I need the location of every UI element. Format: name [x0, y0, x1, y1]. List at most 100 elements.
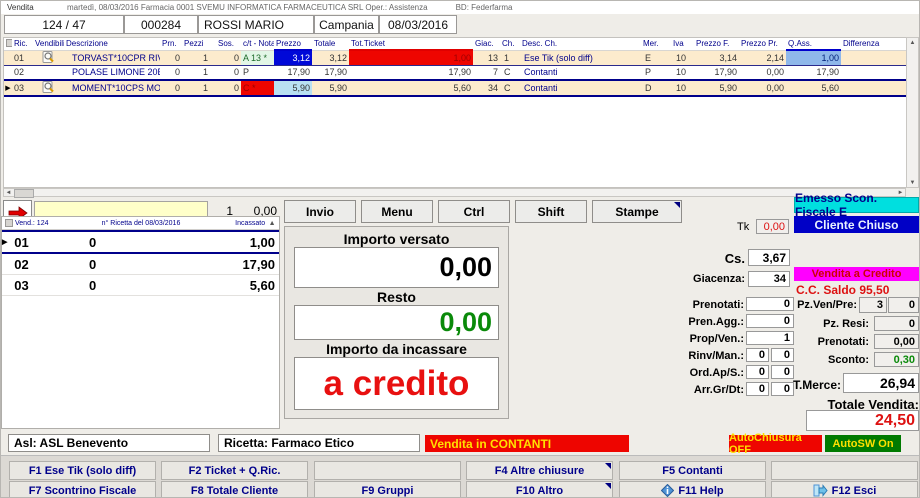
- col-prn[interactable]: Prn.: [160, 38, 182, 50]
- f4-button[interactable]: F4 Altre chiusure: [466, 461, 613, 480]
- cc-saldo-label: C.C. Saldo 95,50: [796, 283, 889, 297]
- list-scroll-up-icon[interactable]: ▲: [265, 220, 279, 227]
- table-row[interactable]: 02 POLASE LIMONE 20BUST 0 1 0 P 17,90 17…: [4, 65, 907, 80]
- ctrl-button[interactable]: Ctrl: [438, 200, 510, 223]
- cell-prezzo: 17,90: [274, 65, 312, 80]
- cliente-chiuso-banner: Cliente Chiuso: [794, 216, 919, 233]
- asl-field[interactable]: Asl: ASL Benevento: [8, 434, 210, 452]
- col-differenza[interactable]: Differenza: [841, 38, 907, 50]
- date-field[interactable]: 08/03/2016: [379, 15, 457, 34]
- cell-ric: 02: [12, 65, 33, 80]
- col-descrizione[interactable]: Descrizione: [64, 38, 160, 50]
- col-pezzi[interactable]: Pezzi: [182, 38, 216, 50]
- col-mer[interactable]: Mer.: [641, 38, 671, 50]
- arr-gr-label: Arr.Gr/Dt:: [686, 384, 744, 396]
- f7-button[interactable]: F7 Scontrino Fiscale: [9, 481, 156, 498]
- cell-nota: P: [241, 65, 274, 80]
- menu-button[interactable]: Menu: [361, 200, 433, 223]
- f10-button[interactable]: F10 Altro: [466, 481, 613, 498]
- col-prezzo[interactable]: Prezzo: [274, 38, 312, 50]
- help-info-icon: [661, 484, 674, 497]
- grid-horizontal-scrollbar[interactable]: ◄ ►: [3, 188, 906, 197]
- f12-button[interactable]: F12 Esci: [771, 481, 918, 498]
- scrollbar-thumb[interactable]: [14, 189, 34, 198]
- list-item-selected[interactable]: ▶ 01 0 1,00: [2, 230, 279, 254]
- col-ch[interactable]: Ch.: [500, 38, 520, 50]
- sellability-icon[interactable]: [33, 50, 64, 65]
- table-row[interactable]: 01 TORVAST*10CPR RIV 10MG 0 1 0 A 13 * 3…: [4, 50, 907, 65]
- shift-button[interactable]: Shift: [515, 200, 587, 223]
- f9-button[interactable]: F9 Gruppi: [314, 481, 461, 498]
- sellability-icon[interactable]: [33, 80, 64, 96]
- f8-button[interactable]: F8 Totale Cliente: [161, 481, 308, 498]
- giacenza-field: 34: [748, 271, 790, 287]
- col-descch[interactable]: Desc. Ch.: [520, 38, 641, 50]
- ord-ap-field-2: 0: [771, 365, 794, 379]
- autosw-toggle[interactable]: AutoSW On: [825, 435, 901, 452]
- list-item[interactable]: 02 0 17,90: [2, 254, 279, 275]
- col-ric[interactable]: Ric.: [12, 38, 33, 50]
- f1-button[interactable]: F1 Ese Tik (solo diff): [9, 461, 156, 480]
- scroll-down-icon[interactable]: ▼: [908, 178, 917, 187]
- col-vendibilita[interactable]: Vendibilità: [33, 38, 64, 50]
- grid-vertical-scrollbar[interactable]: ▲ ▼: [906, 37, 919, 188]
- prenotati-right-label: Prenotati:: [801, 336, 869, 348]
- cell-nota: C *: [241, 80, 274, 96]
- pz-ven-field: 3: [859, 297, 887, 313]
- receipt-list-header: Vend.: 124 n° Ricetta del 08/03/2016 Inc…: [2, 217, 279, 230]
- col-nota[interactable]: c/t - Nota: [241, 38, 274, 50]
- col-prezzopr[interactable]: Prezzo Pr.: [739, 38, 786, 50]
- region-field[interactable]: Campania: [314, 15, 379, 34]
- list-item[interactable]: 03 0 5,60: [2, 275, 279, 296]
- scroll-left-icon[interactable]: ◄: [4, 188, 13, 197]
- payment-panel: Importo versato 0,00 Resto 0,00 Importo …: [284, 226, 509, 419]
- emesso-scontrino-banner: Emesso Scon. Fiscale E: [794, 197, 919, 213]
- sale-number-field[interactable]: 124 / 47: [4, 15, 124, 34]
- tk-label: Tk: [737, 221, 754, 233]
- record-selector-icon: [4, 38, 12, 50]
- grid-header-row: Ric. Vendibilità Descrizione Prn. Pezzi …: [4, 38, 907, 50]
- bd-label: BD: Federfarma: [456, 3, 513, 12]
- totale-vendita-field: 24,50: [806, 410, 919, 431]
- stampe-button[interactable]: Stampe: [592, 200, 682, 223]
- customer-code-field[interactable]: 000284: [124, 15, 198, 34]
- f2-button[interactable]: F2 Ticket + Q.Ric.: [161, 461, 308, 480]
- cell-totticket: 1,00: [349, 50, 473, 65]
- ricetta-type-field[interactable]: Ricetta: Farmaco Etico: [218, 434, 420, 452]
- autochiusura-toggle[interactable]: AutoChiusura OFF: [729, 435, 822, 452]
- pz-resi-label: Pz. Resi:: [801, 318, 869, 330]
- rinv-man-field-2: 0: [771, 348, 794, 362]
- col-totticket[interactable]: Tot.Ticket: [349, 38, 473, 50]
- titlebar: Vendita martedì, 08/03/2016 Farmacia 000…: [1, 1, 920, 14]
- giacenza-label: Giacenza:: [685, 273, 745, 285]
- rinv-man-field-1: 0: [746, 348, 769, 362]
- pren-agg-label: Pren.Agg.:: [686, 316, 744, 328]
- customer-name-field[interactable]: ROSSI MARIO: [198, 15, 314, 34]
- vendita-a-credito-banner: Vendita a Credito: [794, 267, 919, 281]
- cell-ric: 03: [12, 80, 33, 96]
- f6-button[interactable]: [771, 461, 918, 480]
- cs-field[interactable]: 3,67: [748, 249, 790, 266]
- col-sos[interactable]: Sos.: [216, 38, 241, 50]
- list-col-incassato: Incassato: [219, 220, 265, 227]
- importo-da-incassare-field: a credito: [294, 357, 499, 410]
- col-qass[interactable]: Q.Ass.: [786, 38, 841, 50]
- cell-nota: A 13 *: [241, 50, 274, 65]
- table-row-selected[interactable]: ▶ 03 MOMENT*10CPS MOLLI 200MG 0 1 0 C * …: [4, 80, 907, 96]
- cell-totticket: 5,60: [349, 80, 473, 96]
- menu-vendita[interactable]: Vendita: [7, 3, 67, 12]
- col-totale[interactable]: Totale: [312, 38, 349, 50]
- f11-button[interactable]: F11 Help: [619, 481, 766, 498]
- f3-button[interactable]: [314, 461, 461, 480]
- vendita-contanti-banner: Vendita in CONTANTI: [425, 435, 629, 452]
- tk-field: 0,00: [756, 219, 789, 234]
- pz-ven-pre-label: Pz.Ven/Pre:: [789, 299, 857, 311]
- importo-versato-field[interactable]: 0,00: [294, 247, 499, 288]
- col-giac[interactable]: Giac.: [473, 38, 500, 50]
- f5-button[interactable]: F5 Contanti: [619, 461, 766, 480]
- col-iva[interactable]: Iva: [671, 38, 694, 50]
- scroll-up-icon[interactable]: ▲: [908, 38, 917, 47]
- col-prezzof[interactable]: Prezzo F.: [694, 38, 739, 50]
- row-selector-icon: ▶: [4, 80, 12, 96]
- invio-button[interactable]: Invio: [284, 200, 356, 223]
